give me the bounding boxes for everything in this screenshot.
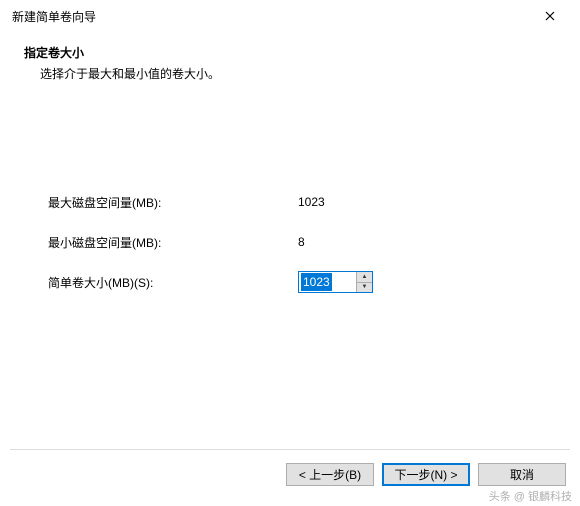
footer-buttons: < 上一步(B) 下一步(N) > 取消 <box>286 463 566 486</box>
min-space-value: 8 <box>298 235 305 249</box>
back-button[interactable]: < 上一步(B) <box>286 463 374 486</box>
min-space-row: 最小磁盘空间量(MB): 8 <box>48 230 532 254</box>
next-button[interactable]: 下一步(N) > <box>382 463 470 486</box>
chevron-down-icon: ▼ <box>362 284 368 290</box>
watermark: 头条 @ 银麟科技 <box>489 488 572 504</box>
page-subheading: 选择介于最大和最小值的卷大小。 <box>24 65 556 82</box>
spinner-down-button[interactable]: ▼ <box>357 283 372 293</box>
page-heading: 指定卷大小 <box>24 44 556 61</box>
close-icon <box>545 11 555 21</box>
volume-size-label: 简单卷大小(MB)(S): <box>48 274 298 291</box>
spinner-buttons: ▲ ▼ <box>356 272 372 292</box>
min-space-label: 最小磁盘空间量(MB): <box>48 234 298 251</box>
volume-size-row: 简单卷大小(MB)(S): 1023 ▲ ▼ <box>48 270 532 294</box>
wizard-header: 指定卷大小 选择介于最大和最小值的卷大小。 <box>0 30 580 90</box>
cancel-button[interactable]: 取消 <box>478 463 566 486</box>
chevron-up-icon: ▲ <box>362 274 368 280</box>
max-space-label: 最大磁盘空间量(MB): <box>48 194 298 211</box>
titlebar: 新建简单卷向导 <box>0 0 580 30</box>
window-title: 新建简单卷向导 <box>12 8 96 25</box>
volume-size-input[interactable]: 1023 <box>299 272 356 292</box>
volume-size-spinner[interactable]: 1023 ▲ ▼ <box>298 271 373 293</box>
footer-separator <box>10 449 570 450</box>
spinner-up-button[interactable]: ▲ <box>357 272 372 283</box>
volume-size-value: 1023 <box>301 273 332 291</box>
close-button[interactable] <box>532 4 568 28</box>
max-space-value: 1023 <box>298 195 325 209</box>
max-space-row: 最大磁盘空间量(MB): 1023 <box>48 190 532 214</box>
content-area: 最大磁盘空间量(MB): 1023 最小磁盘空间量(MB): 8 简单卷大小(M… <box>0 90 580 294</box>
